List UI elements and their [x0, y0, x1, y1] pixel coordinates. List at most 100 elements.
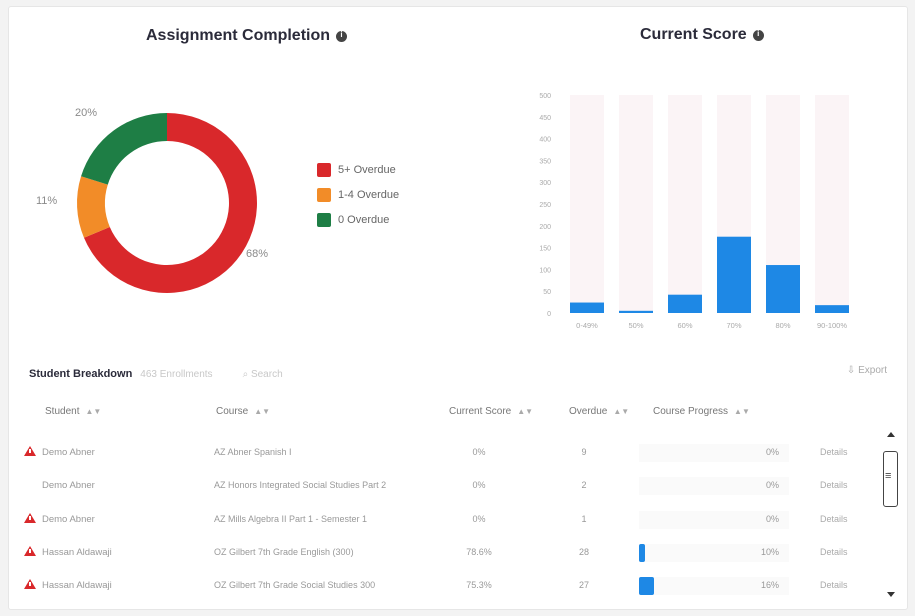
course-name[interactable]: OZ Gilbert 7th Grade English (300) [214, 547, 354, 557]
course-name[interactable]: AZ Honors Integrated Social Studies Part… [214, 480, 386, 490]
x-tick-label: 0-49% [576, 321, 598, 330]
bar-background [815, 95, 849, 313]
progress-bar: 0% [639, 444, 789, 462]
assignment-legend: 5+ Overdue 1-4 Overdue 0 Overdue [317, 157, 399, 232]
progress-bar: 10% [639, 544, 789, 562]
y-tick-label: 350 [539, 158, 551, 165]
bar-50%[interactable] [619, 310, 653, 313]
bar-70%[interactable] [717, 236, 751, 313]
info-icon[interactable] [336, 30, 348, 42]
y-tick-label: 0 [547, 311, 551, 318]
col-header-student[interactable]: Student ▲▼ [45, 406, 101, 417]
progress-fill [639, 544, 645, 562]
progress-label: 16% [760, 580, 779, 590]
x-tick-label: 90-100% [817, 321, 847, 330]
legend-item-5plus[interactable]: 5+ Overdue [317, 157, 399, 182]
legend-swatch [317, 162, 331, 177]
sort-icon: ▲▼ [734, 407, 750, 416]
warning-icon [24, 546, 36, 556]
search-input[interactable]: ⌕ Search [243, 369, 283, 380]
overdue-count: 9 [581, 447, 587, 457]
y-tick-label: 500 [539, 93, 551, 100]
x-tick-label: 60% [677, 321, 692, 330]
details-link[interactable]: Details [820, 580, 848, 590]
progress-bar: 0% [639, 511, 789, 529]
bar-background [570, 95, 604, 313]
student-name[interactable]: Hassan Aldawaji [42, 580, 112, 591]
y-tick-label: 50 [543, 289, 551, 296]
col-header-score[interactable]: Current Score ▲▼ [449, 406, 533, 417]
sort-icon: ▲▼ [613, 407, 630, 416]
student-name[interactable]: Demo Abner [42, 514, 95, 525]
scroll-up-icon[interactable] [887, 432, 895, 437]
course-name[interactable]: AZ Mills Algebra II Part 1 - Semester 1 [214, 514, 367, 524]
sort-icon: ▲▼ [85, 407, 102, 416]
current-score-value: 0% [472, 447, 486, 457]
col-header-course[interactable]: Course ▲▼ [216, 406, 270, 417]
table-row[interactable]: Hassan Aldawaji OZ Gilbert 7th Grade Soci… [9, 570, 889, 603]
donut-slice-0-overdue[interactable] [81, 113, 167, 185]
overdue-count: 2 [581, 480, 587, 490]
dashboard-card: Assignment Completion 20% 11% 68% 5+ Ove… [8, 6, 908, 610]
warning-icon [24, 579, 36, 589]
warning-icon [24, 513, 36, 523]
current-score-value: 78.6% [466, 547, 492, 557]
bar-background [619, 95, 653, 313]
overdue-count: 1 [581, 514, 587, 524]
x-tick-label: 50% [628, 321, 643, 330]
col-header-progress[interactable]: Course Progress ▲▼ [653, 406, 750, 417]
progress-fill [639, 577, 654, 595]
details-link[interactable]: Details [820, 480, 848, 490]
table-row[interactable]: Demo Abner AZ Honors Integrated Social St… [9, 470, 889, 503]
y-tick-label: 300 [539, 180, 551, 187]
pct-label-green: 20% [75, 107, 98, 119]
y-tick-label: 250 [539, 202, 551, 209]
student-breakdown-title: Student Breakdown [29, 368, 133, 380]
progress-label: 0% [765, 514, 779, 524]
table-row[interactable]: Demo Abner AZ Abner Spanish I 0% 9 0% Details [9, 437, 889, 470]
student-name[interactable]: Demo Abner [42, 447, 95, 458]
student-name[interactable]: Demo Abner [42, 480, 95, 491]
table-scrollbar[interactable] [883, 429, 898, 599]
table-row[interactable]: Hassan Aldawaji OZ Gilbert 7th Grade Engl… [9, 537, 889, 570]
sort-icon: ▲▼ [254, 407, 271, 416]
y-tick-label: 400 [539, 137, 551, 144]
bar-60%[interactable] [668, 294, 702, 313]
info-icon[interactable] [752, 29, 764, 41]
legend-swatch [317, 187, 331, 202]
bar-background [668, 95, 702, 313]
bar-90-100%[interactable] [815, 305, 849, 313]
y-tick-label: 450 [539, 115, 551, 122]
current-score-value: 0% [472, 514, 486, 524]
course-name[interactable]: OZ Gilbert 7th Grade Social Studies 300 [214, 580, 375, 590]
x-tick-label: 80% [775, 321, 790, 330]
legend-swatch [317, 212, 331, 227]
progress-label: 0% [765, 480, 779, 490]
progress-label: 0% [765, 447, 779, 457]
sort-icon: ▲▼ [517, 407, 534, 416]
y-tick-label: 150 [539, 246, 551, 253]
current-score-value: 0% [472, 480, 486, 490]
y-tick-label: 100 [539, 267, 551, 274]
legend-item-0[interactable]: 0 Overdue [317, 207, 399, 232]
bar-0-49%[interactable] [570, 302, 604, 313]
details-link[interactable]: Details [820, 447, 848, 457]
table-row[interactable]: Demo Abner AZ Mills Algebra II Part 1 - S… [9, 504, 889, 537]
x-tick-label: 70% [726, 321, 741, 330]
progress-bar: 16% [639, 577, 789, 595]
bar-80%[interactable] [766, 265, 800, 313]
scroll-down-icon[interactable] [887, 592, 895, 597]
course-name[interactable]: AZ Abner Spanish I [214, 447, 292, 457]
scroll-thumb[interactable] [883, 451, 898, 507]
pct-label-orange: 11% [36, 195, 58, 207]
overdue-count: 28 [578, 547, 589, 557]
legend-item-1-4[interactable]: 1-4 Overdue [317, 182, 399, 207]
warning-icon [24, 446, 36, 456]
student-name[interactable]: Hassan Aldawaji [42, 547, 112, 558]
donut-slice-1-4-overdue[interactable] [77, 176, 110, 238]
col-header-overdue[interactable]: Overdue ▲▼ [569, 406, 629, 417]
current-score-value: 75.3% [466, 580, 492, 590]
export-button[interactable]: ⇩ Export [847, 365, 887, 376]
details-link[interactable]: Details [820, 547, 848, 557]
details-link[interactable]: Details [820, 514, 848, 524]
